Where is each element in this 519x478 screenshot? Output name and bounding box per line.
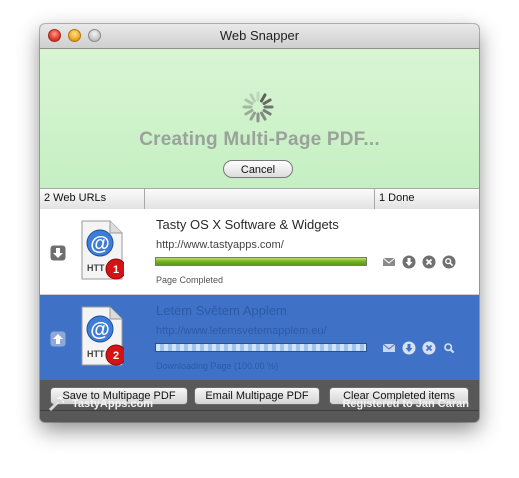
progress-banner: Creating Multi-Page PDF... Cancel (40, 49, 479, 188)
svg-text:@: @ (90, 319, 110, 341)
item-url: http://www.letemsvetemapplem.eu/ (156, 325, 327, 337)
svg-text:@: @ (90, 233, 110, 255)
footer-divider (40, 410, 479, 411)
remove-icon[interactable] (422, 341, 436, 355)
done-count-label: 1 Done (379, 192, 415, 204)
item-badge: 2 (113, 350, 119, 362)
svg-text:HTT: HTT (87, 349, 105, 359)
email-multipage-pdf-button[interactable]: Email Multipage PDF (194, 387, 320, 405)
spinner-tick (244, 109, 254, 116)
item-status: Downloading Page (100.00 %) (156, 361, 279, 371)
banner-message: Creating Multi-Page PDF... (139, 129, 380, 150)
list-item[interactable]: @ HTT 1 Tasty OS X Software & Widgets ht… (40, 209, 479, 295)
item-status: Page Completed (156, 275, 224, 285)
url-count-label: 2 Web URLs (44, 192, 107, 204)
item-progress-bar (155, 343, 367, 352)
cancel-button[interactable]: Cancel (223, 160, 293, 178)
magnifier-icon[interactable] (442, 255, 456, 269)
progress-fill (156, 258, 366, 265)
magnifier-icon[interactable] (442, 341, 456, 355)
spinner-tick (260, 93, 267, 103)
header-divider (144, 189, 145, 209)
spinner-icon (242, 91, 274, 123)
remove-icon[interactable] (422, 255, 436, 269)
progress-fill (156, 344, 366, 351)
html-document-icon: @ HTT 1 (81, 220, 124, 280)
mail-icon[interactable] (382, 255, 396, 269)
brand-link[interactable]: TastyApps.com (72, 398, 153, 410)
item-title: Letem Světem Applem (156, 303, 287, 318)
spinner-tick (249, 111, 256, 121)
list-item-selected[interactable]: @ HTT 2 Letem Světem Applem http://www.l… (40, 295, 479, 380)
header-divider (374, 189, 375, 209)
spinner-tick (262, 109, 272, 116)
spinner-tick (249, 93, 256, 103)
up-arrow-icon[interactable] (50, 331, 66, 347)
html-document-icon: @ HTT 2 (81, 306, 124, 366)
down-arrow-icon[interactable] (50, 245, 66, 261)
download-icon[interactable] (402, 341, 416, 355)
spinner-tick (260, 111, 267, 121)
list-header: 2 Web URLs 1 Done (40, 188, 479, 210)
item-badge: 1 (113, 264, 119, 276)
wand-icon (48, 396, 65, 412)
mail-icon[interactable] (382, 341, 396, 355)
registration-label: Registered to Jan Caran (342, 398, 469, 410)
item-url: http://www.tastyapps.com/ (156, 239, 284, 251)
item-title: Tasty OS X Software & Widgets (156, 217, 339, 232)
title-bar[interactable]: Web Snapper (40, 24, 479, 49)
svg-text:HTT: HTT (87, 263, 105, 273)
download-icon[interactable] (402, 255, 416, 269)
window-title: Web Snapper (219, 28, 300, 43)
item-progress-bar (155, 257, 367, 266)
web-snapper-window: Web Snapper Creating Multi-Page PDF... C… (40, 24, 479, 422)
spinner-tick (262, 98, 272, 105)
spinner-tick (244, 98, 254, 105)
